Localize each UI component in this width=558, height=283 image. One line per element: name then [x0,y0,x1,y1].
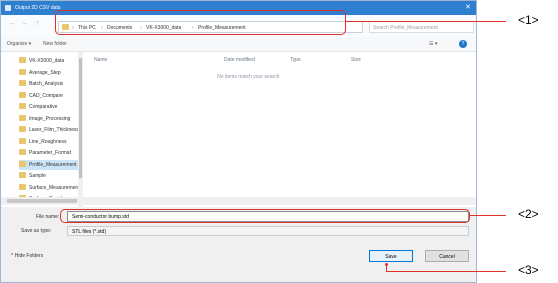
tree-item[interactable]: Comparative [19,102,79,112]
tree-scroll-thumb[interactable] [79,58,82,178]
folder-icon [19,172,26,178]
callout-line-2 [470,215,506,216]
tree-item-label: Surface_Measurement [29,184,79,191]
tree-item[interactable]: Profile_Measurement [19,159,79,170]
folder-icon [19,114,26,121]
callout-line-3b [386,271,506,272]
tree-item-label: Image_Processing [29,115,71,122]
empty-message: No items match your search. [217,74,281,80]
save-type-select[interactable]: STL files (*.std) [67,226,469,236]
tree-item[interactable]: Line_Roughness [19,137,79,147]
up-arrow-icon[interactable]: ↑ [36,20,40,27]
horizontal-scroll-thumb[interactable] [7,199,77,203]
column-header-date[interactable]: Date modified [224,57,255,63]
column-header-name[interactable]: Name [94,57,107,63]
tree-item-label: Sample [29,173,46,179]
tree-item-label: Profile_Measurement [29,161,77,168]
callout-line-3a [386,264,387,271]
tree-item[interactable]: Laser_Film_Thickness [19,125,79,135]
folder-icon [19,91,26,98]
file-name-label: File name: [36,214,60,220]
tree-item[interactable]: VK-X3000_data [19,56,79,66]
folder-icon [19,126,26,132]
column-header-size[interactable]: Size [351,57,361,63]
folder-icon [19,57,26,63]
cancel-button[interactable]: Cancel [425,250,469,262]
tree-item[interactable]: Average_Step [19,68,79,78]
tree-item-label: Parameter_Format [29,150,71,156]
search-input[interactable]: Search Profile_Measurement [369,21,474,33]
view-options-button[interactable]: ☰ ▾ [429,37,437,51]
column-header-type[interactable]: Type [290,57,301,63]
tree-item-label: CAD_Compare [29,92,63,99]
save-button[interactable]: Save [369,250,413,262]
folder-icon [19,183,26,190]
file-list: Name Date modified Type Size No items ma… [84,52,476,207]
callout-label-2: <2> [518,207,539,221]
window-title: Output 2D CSV data [15,5,61,11]
folder-icon [19,149,26,155]
folder-icon [19,80,26,86]
new-folder-button[interactable]: New folder [43,37,67,51]
folder-icon [19,160,26,167]
forward-arrow-icon[interactable]: → [21,20,28,27]
hide-folders-label: Hide Folders [14,253,44,259]
tree-item-label: Laser_Film_Thickness [29,127,79,133]
callout-label-3: <3> [518,263,539,277]
folder-icon [19,103,26,109]
callout-box-filename [60,209,470,223]
back-arrow-icon[interactable]: ← [9,20,16,27]
tree-item[interactable]: Sample [19,171,79,181]
hide-folders-button[interactable]: ^ Hide Folders [11,253,43,259]
tree-item-label: Average_Step [29,69,61,76]
tree-item[interactable]: Image_Processing [19,114,79,124]
toolbar: Organize ▾ New folder ☰ ▾ ? [1,37,476,51]
folder-icon [19,137,26,144]
tree-item-label: VK-X3000_data [29,58,65,64]
folder-tree: VK-X3000_data Average_Step Batch_Analysis C… [1,52,83,207]
tree-item[interactable]: Batch_Analysis [19,79,79,89]
tree-item-label: Batch_Analysis [29,81,64,87]
organize-button[interactable]: Organize ▾ [7,37,31,51]
save-dialog: Output 2D CSV data ✕ ← → ↑ › This PC › D… [0,0,477,283]
tree-item-label: Comparative [29,104,58,110]
callout-line-1 [346,21,506,22]
app-icon [5,5,11,11]
content-panes: VK-X3000_data Average_Step Batch_Analysis C… [1,51,476,207]
folder-icon [19,68,26,75]
help-icon[interactable]: ? [459,40,467,48]
callout-box-address [55,10,346,35]
tree-item[interactable]: Surface_Measurement [19,183,79,193]
callout-label-1: <1> [518,13,539,27]
tree-item[interactable]: Parameter_Format [19,148,79,158]
tree-item-label: Line_Roughness [29,138,67,145]
close-icon[interactable]: ✕ [465,1,471,15]
tree-item[interactable]: CAD_Compare [19,91,79,101]
save-type-label: Save as type: [21,228,52,234]
